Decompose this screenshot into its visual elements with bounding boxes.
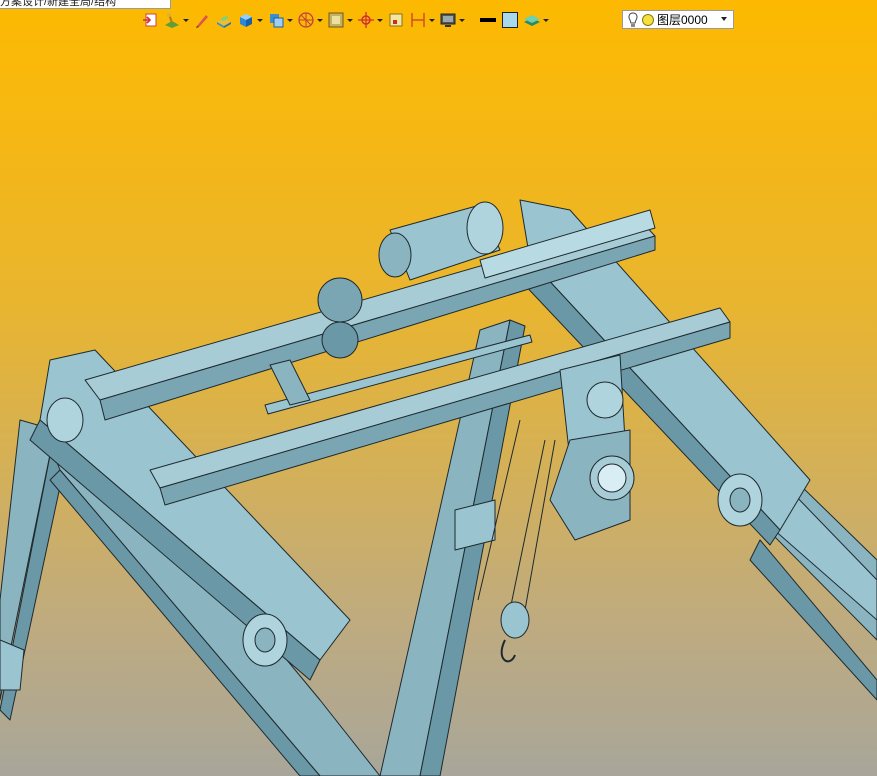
- viewport-3d[interactable]: [0, 0, 877, 776]
- hoist: [549, 354, 635, 541]
